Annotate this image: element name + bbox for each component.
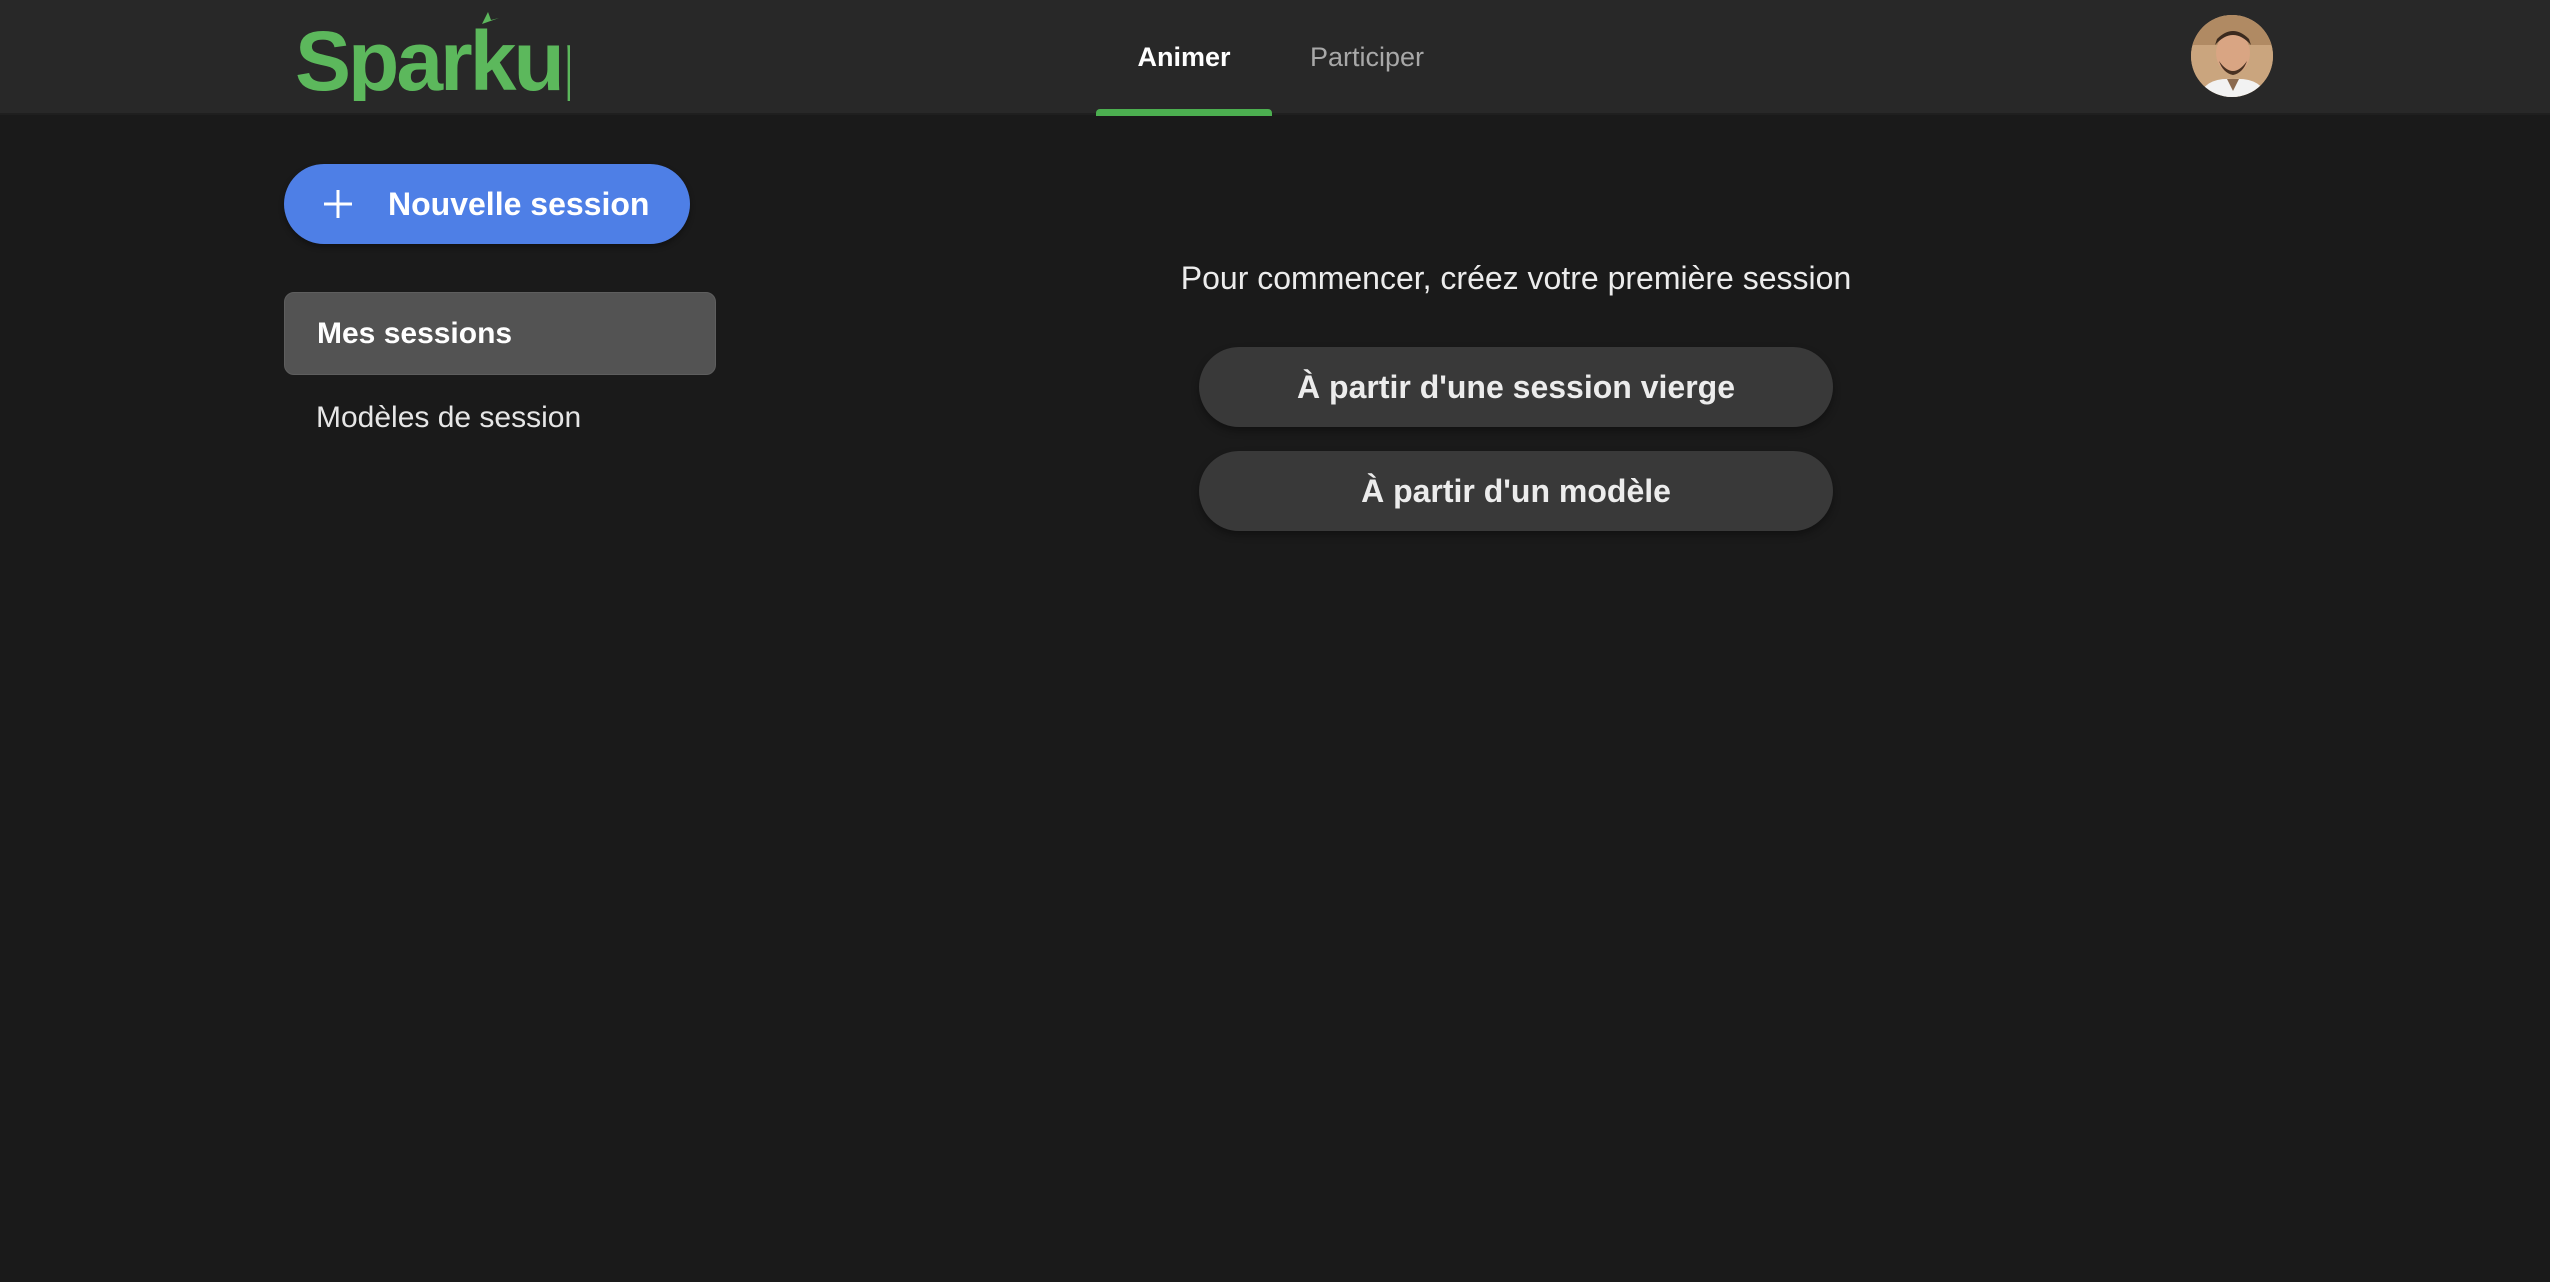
sidebar-item-label: Modèles de session bbox=[316, 400, 582, 434]
logo-text: Sparkup bbox=[295, 14, 570, 101]
sparkup-logo[interactable]: Sparkup bbox=[295, 6, 570, 101]
user-avatar[interactable] bbox=[2191, 15, 2273, 97]
sidebar-item-mes-sessions[interactable]: Mes sessions bbox=[284, 292, 716, 375]
tab-participer-label: Participer bbox=[1309, 42, 1425, 72]
main-tabs: Animer Participer bbox=[1096, 0, 1462, 116]
active-tab-indicator bbox=[1096, 109, 1272, 116]
tab-animer-label: Animer bbox=[1137, 42, 1231, 72]
user-avatar-icon bbox=[2191, 15, 2273, 97]
empty-state-prompt: Pour commencer, créez votre première ses… bbox=[1180, 260, 1852, 296]
sidebar-item-label: Mes sessions bbox=[317, 316, 513, 350]
from-template-button[interactable]: À partir d'un modèle bbox=[1199, 451, 1833, 531]
from-template-label: À partir d'un modèle bbox=[1361, 472, 1671, 509]
tab-animer[interactable]: Animer bbox=[1096, 0, 1272, 116]
top-header: Sparkup Animer Participer bbox=[0, 0, 2550, 116]
blank-session-label: À partir d'une session vierge bbox=[1297, 368, 1735, 405]
tab-participer[interactable]: Participer bbox=[1272, 0, 1462, 115]
new-session-button[interactable]: Nouvelle session bbox=[284, 164, 690, 244]
sidebar-item-modeles-de-session[interactable]: Modèles de session bbox=[284, 376, 716, 459]
plus-icon bbox=[324, 190, 352, 218]
blank-session-button[interactable]: À partir d'une session vierge bbox=[1199, 347, 1833, 427]
new-session-label: Nouvelle session bbox=[388, 185, 650, 222]
